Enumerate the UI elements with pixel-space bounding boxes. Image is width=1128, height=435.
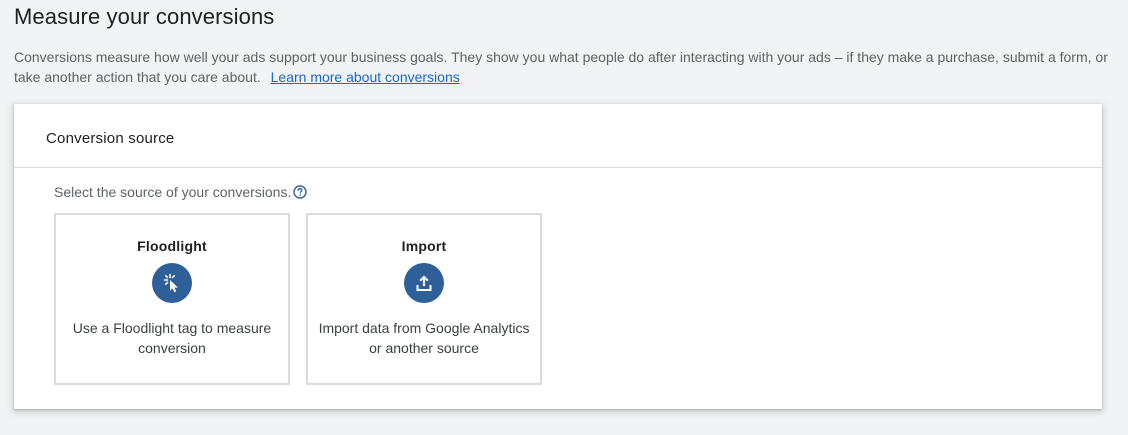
help-circle-icon[interactable] (293, 185, 308, 199)
floodlight-title: Floodlight (137, 238, 207, 254)
floodlight-description: Use a Floodlight tag to measure conversi… (72, 320, 272, 356)
cursor-click-icon (152, 263, 192, 303)
upload-icon (404, 263, 444, 303)
import-title: Import (401, 238, 447, 254)
card-header: Conversion source (14, 104, 1102, 168)
conversion-source-card: Conversion source Select the source of y… (14, 104, 1102, 409)
source-prompt: Select the source of your conversions. (54, 184, 308, 200)
page-title: Measure your conversions (14, 4, 275, 29)
import-description: Import data from Google Analytics or ano… (318, 320, 530, 356)
intro-text: Conversions measure how well your ads su… (14, 47, 1109, 87)
import-option[interactable]: Import Import data from Google Analytics… (306, 213, 542, 385)
intro-description: Conversions measure how well your ads su… (14, 49, 1108, 85)
floodlight-option[interactable]: Floodlight Use a Floodlight tag to measu… (54, 213, 290, 385)
source-prompt-label: Select the source of your conversions. (54, 184, 292, 200)
learn-more-link[interactable]: Learn more about conversions (271, 69, 460, 85)
